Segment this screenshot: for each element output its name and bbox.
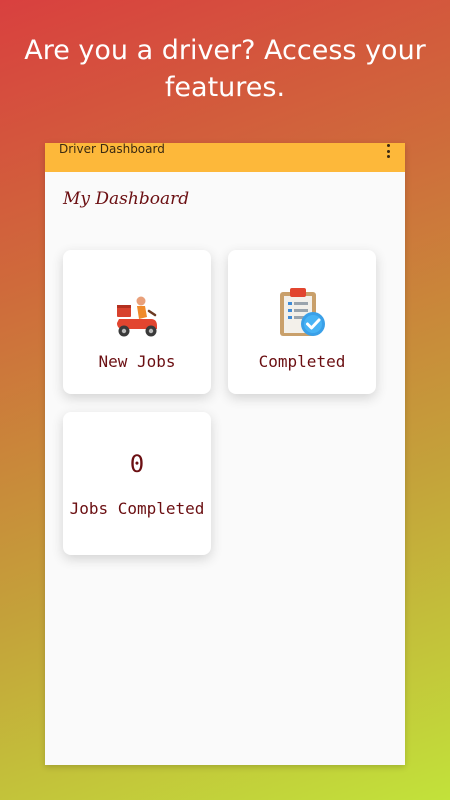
new-jobs-card[interactable]: New Jobs [63, 250, 211, 394]
new-jobs-label: New Jobs [98, 352, 176, 371]
completed-card[interactable]: Completed [228, 250, 376, 394]
jobs-completed-count: 0 [129, 450, 145, 478]
jobs-completed-label: Jobs Completed [69, 499, 205, 518]
promo-headline: Are you a driver? Access your features. [0, 32, 450, 106]
app-bar: Driver Dashboard [45, 142, 405, 172]
more-vert-icon[interactable] [385, 144, 391, 158]
delivery-scooter-icon [117, 296, 157, 337]
dashboard-title: My Dashboard [63, 189, 190, 209]
promo-line-2: features. [164, 72, 286, 103]
app-bar-title: Driver Dashboard [59, 142, 165, 156]
completed-label: Completed [258, 352, 346, 371]
jobs-completed-card[interactable]: 0 Jobs Completed [63, 412, 211, 555]
phone-screen: Driver Dashboard My Dashboard New Jobs C… [45, 142, 405, 765]
promo-line-1: Are you a driver? Access your [24, 35, 426, 66]
clipboard-check-icon [280, 288, 325, 336]
